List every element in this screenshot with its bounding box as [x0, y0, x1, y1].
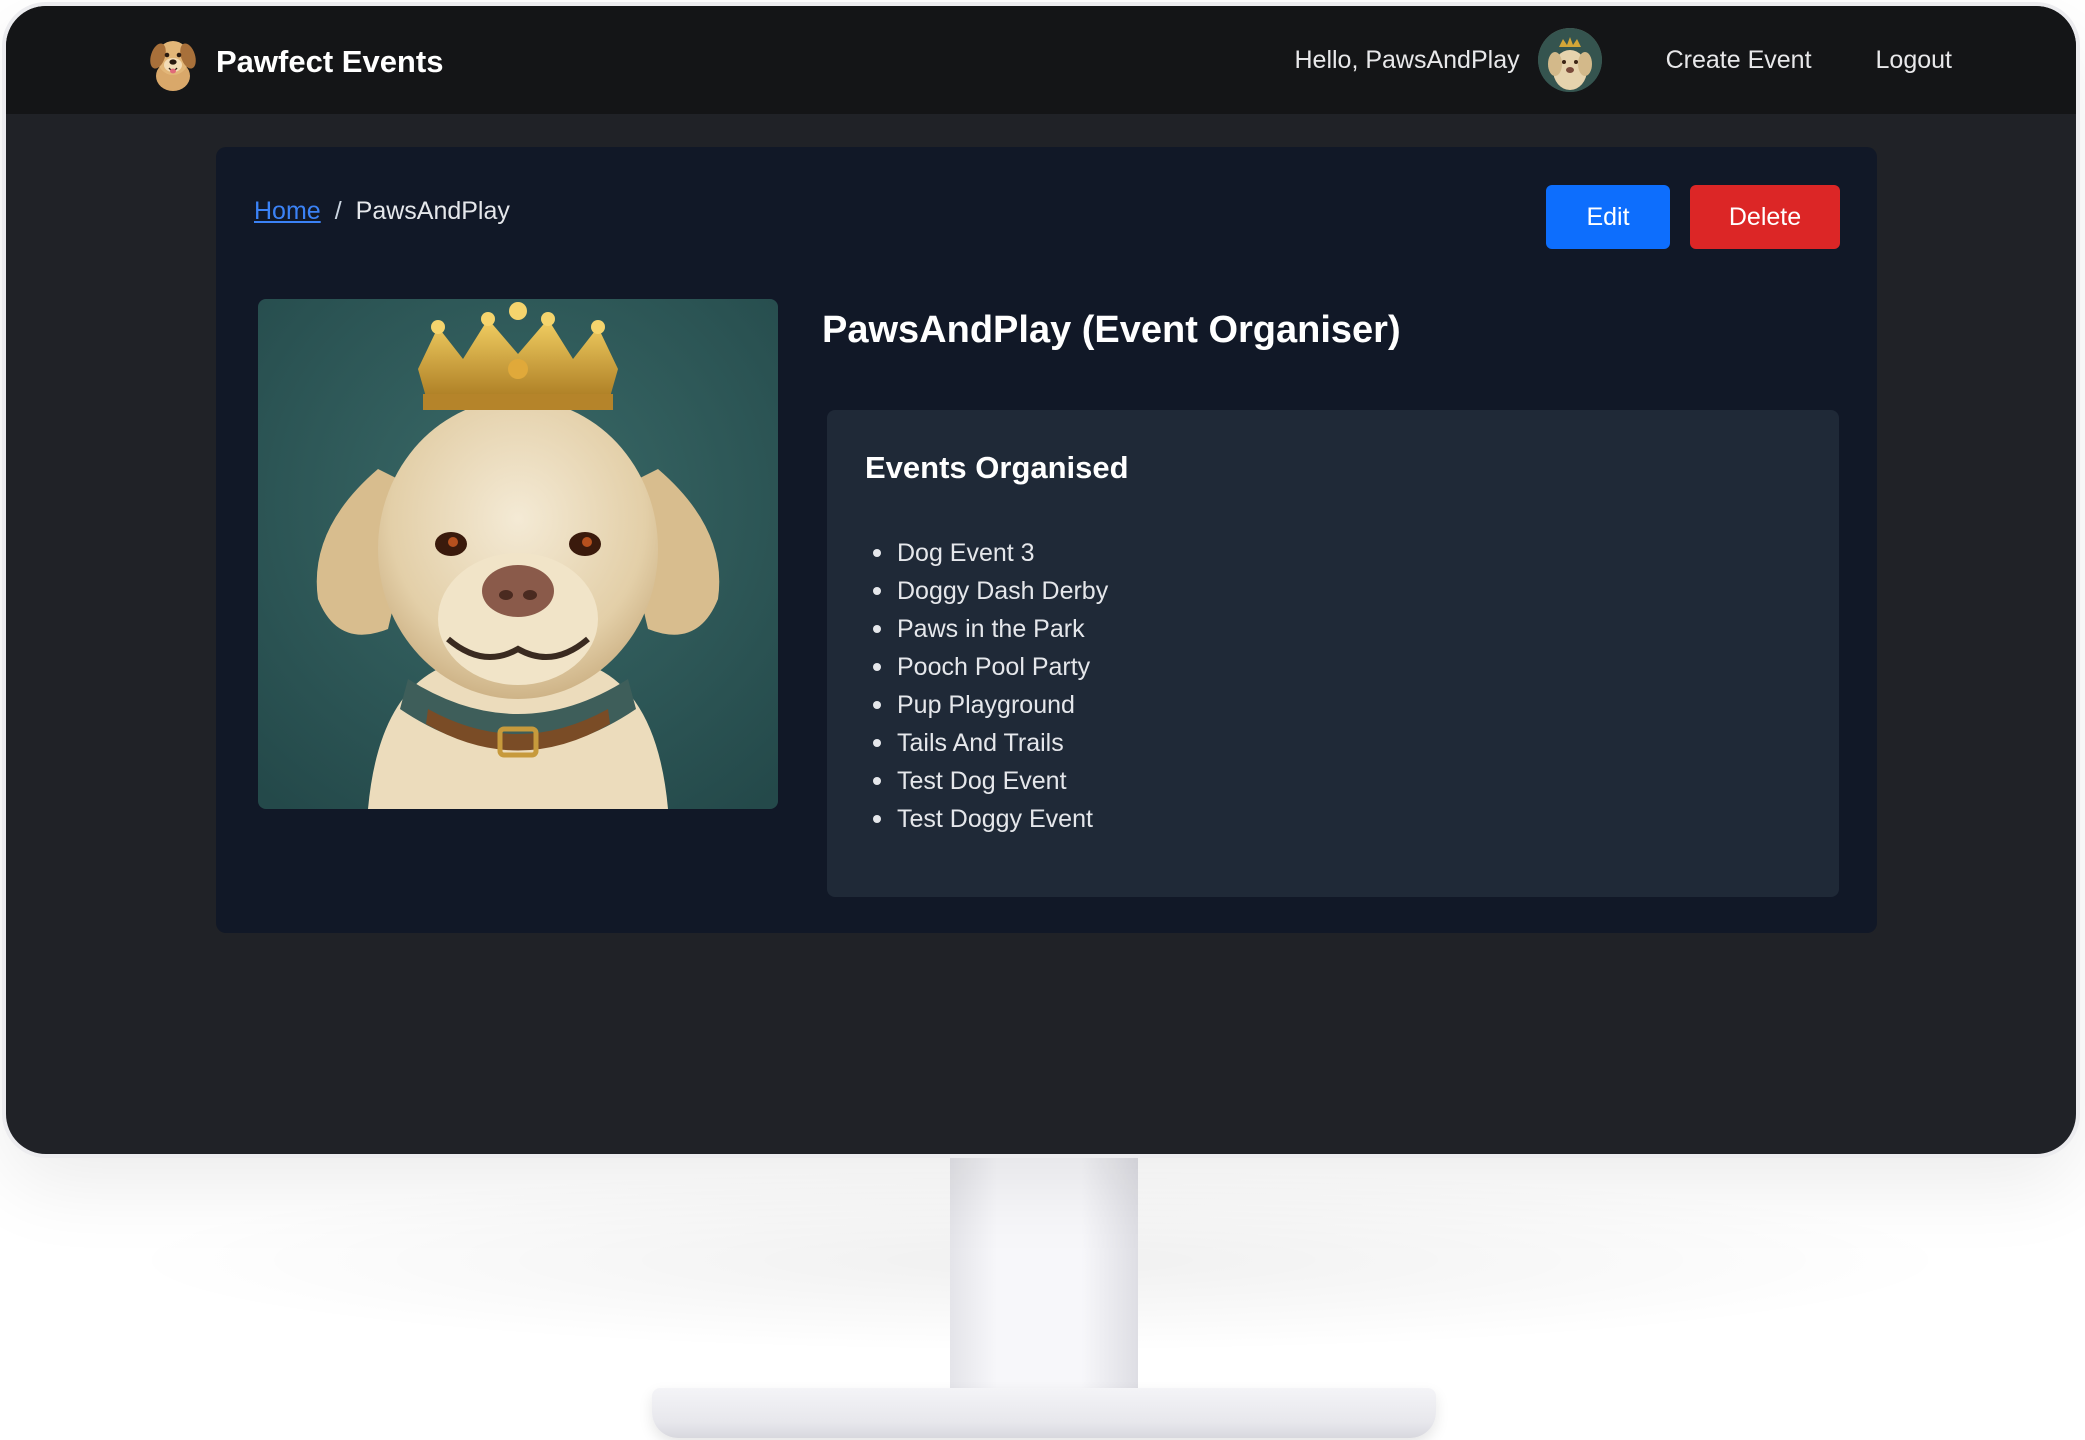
profile-card: Home / PawsAndPlay Edit Delete PawsAndPl… [216, 147, 1877, 933]
list-item: Paws in the Park [865, 610, 1108, 648]
list-item: Test Dog Event [865, 762, 1108, 800]
events-heading: Events Organised [865, 450, 1129, 485]
navbar: Pawfect Events Hello, PawsAndPlay Create… [6, 6, 2076, 114]
user-greeting: Hello, PawsAndPlay [1294, 45, 1520, 74]
dog-avatar-icon [1537, 28, 1602, 92]
list-item: Test Doggy Event [865, 800, 1108, 838]
breadcrumb-separator: / [334, 197, 342, 225]
page-title: PawsAndPlay (Event Organiser) [822, 309, 1401, 351]
organiser-portrait [258, 299, 778, 809]
nav-right: Hello, PawsAndPlay Create Event Logout [1294, 28, 1952, 92]
list-item: Dog Event 3 [865, 534, 1108, 572]
breadcrumb-home-link[interactable]: Home [254, 197, 321, 226]
list-item: Pup Playground [865, 686, 1108, 724]
avatar[interactable] [1537, 28, 1602, 92]
list-item: Doggy Dash Derby [865, 572, 1108, 610]
monitor-stand-neck [950, 1154, 1138, 1410]
crowned-dog-image [258, 299, 778, 809]
events-panel: Events Organised Dog Event 3 Doggy Dash … [827, 410, 1839, 897]
edit-button[interactable]: Edit [1546, 185, 1670, 249]
breadcrumb: Home / PawsAndPlay [254, 197, 510, 226]
create-event-link[interactable]: Create Event [1666, 46, 1812, 75]
events-list: Dog Event 3 Doggy Dash Derby Paws in the… [865, 534, 1108, 838]
breadcrumb-current: PawsAndPlay [355, 197, 510, 225]
brand-name: Pawfect Events [216, 44, 444, 79]
list-item: Pooch Pool Party [865, 648, 1108, 686]
dog-logo-icon [150, 41, 196, 91]
logout-link[interactable]: Logout [1876, 46, 1952, 75]
monitor-stand-base [652, 1388, 1436, 1438]
brand[interactable]: Pawfect Events [146, 32, 443, 92]
monitor-screen: Pawfect Events Hello, PawsAndPlay Create… [6, 6, 2076, 1154]
delete-button[interactable]: Delete [1690, 185, 1840, 249]
list-item: Tails And Trails [865, 724, 1108, 762]
